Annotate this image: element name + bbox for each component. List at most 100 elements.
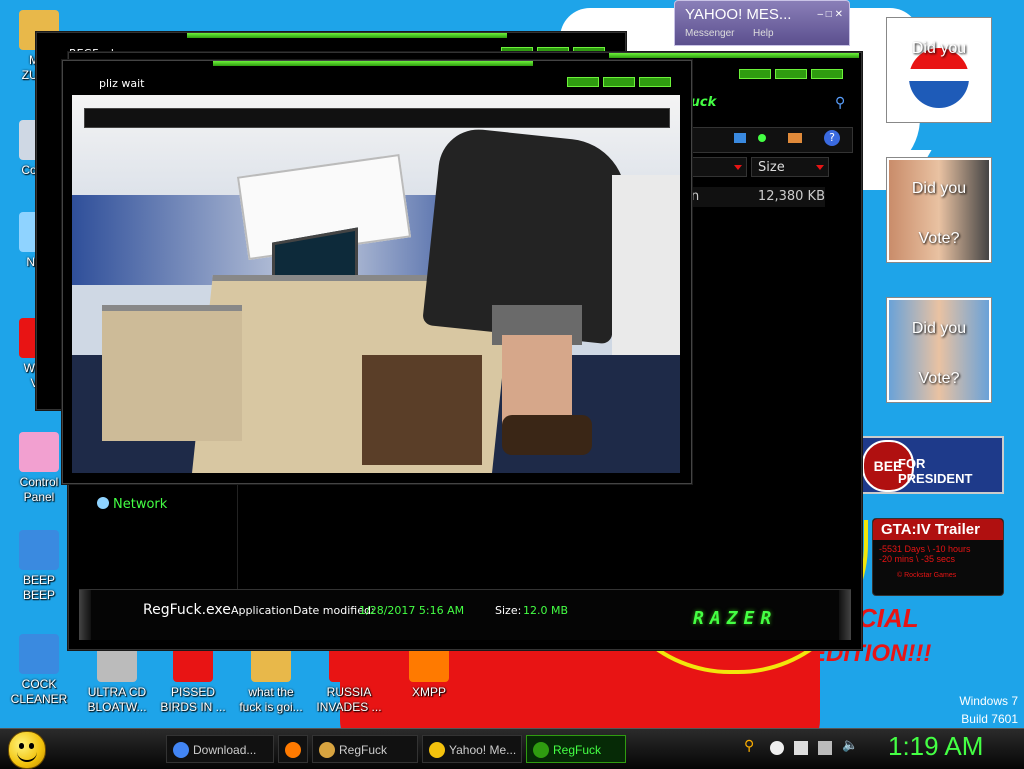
- title-accent-bar: [213, 61, 533, 66]
- file-row[interactable]: on 12,380 KB: [683, 187, 825, 207]
- yahoo-messenger-window[interactable]: YAHOO! MES... – □ ✕ Messenger Help: [674, 0, 850, 46]
- desktop-icon-label: ULTRA CD BLOATW...: [87, 685, 147, 714]
- title-accent-bar: [187, 33, 507, 38]
- taskbar-button[interactable]: Yahoo! Me...: [422, 735, 522, 763]
- details-type: Application: [231, 604, 293, 617]
- desktop-icon[interactable]: XMPP: [392, 642, 466, 700]
- store-wall: [612, 175, 680, 355]
- network-icon[interactable]: [818, 741, 832, 755]
- person-legs: [502, 335, 572, 425]
- details-size-label: Size:: [495, 604, 522, 617]
- toolbar: ?: [683, 127, 853, 153]
- desktop-icon[interactable]: BEEP BEEP: [2, 530, 76, 603]
- vote-widget-obama[interactable]: Did you: [887, 18, 991, 122]
- desktop-icon-label: COCK CLEANER: [10, 677, 68, 706]
- taskbar-button[interactable]: Download...: [166, 735, 274, 763]
- window-controls[interactable]: [739, 69, 843, 79]
- yahoo-menu-messenger[interactable]: Messenger: [685, 28, 734, 39]
- details-date-value: 1/28/2017 5:16 AM: [359, 604, 465, 617]
- column-header-type[interactable]: [683, 157, 747, 177]
- vote-widget-line2: Vote?: [918, 370, 960, 387]
- details-pane: RegFuck.exe Application Date modified: 1…: [79, 589, 851, 640]
- gta-footer: © Rockstar Games: [897, 572, 957, 579]
- person-shoes: [502, 415, 592, 455]
- smiley-eye-left: [19, 743, 24, 749]
- windows-version-label: Windows 7: [959, 694, 1018, 708]
- desktop-icon[interactable]: ULTRA CD BLOATW...: [80, 642, 154, 715]
- app-icon: [285, 742, 301, 758]
- app-icon: [429, 742, 445, 758]
- taskbar: Download... RegFuck Yahoo! Me... RegFuck ⚲ …: [0, 728, 1024, 769]
- column-header-size[interactable]: Size: [751, 157, 829, 177]
- nav-item-network[interactable]: Network: [97, 497, 167, 512]
- file-row-size: 12,380 KB: [757, 189, 825, 204]
- desktop-icon[interactable]: PISSED BIRDS IN ...: [156, 642, 230, 715]
- search-icon[interactable]: ⚲: [744, 738, 758, 754]
- windows-build-label: Build 7601: [961, 712, 1018, 726]
- desktop-icon-label: PISSED BIRDS IN ...: [160, 685, 226, 714]
- huckabee-widget[interactable]: BEE FOR PRESIDENT: [860, 436, 1004, 494]
- progress-bar: [84, 108, 670, 128]
- search-label: Fuck: [683, 95, 717, 110]
- details-size-value: 12.0 MB: [523, 604, 569, 617]
- taskbar-button-label: Download...: [193, 743, 257, 757]
- smiley-mouth: [17, 752, 37, 762]
- gta-countdown-line1: -5531 Days \ -10 hours: [879, 544, 971, 554]
- taskbar-button-label: RegFuck: [553, 743, 602, 757]
- razer-logo: RAZER: [693, 608, 778, 629]
- taskbar-button[interactable]: RegFuck: [526, 735, 626, 763]
- help-icon[interactable]: ?: [824, 130, 840, 146]
- gta-countdown-widget[interactable]: GTA:IV Trailer -5531 Days \ -10 hours -2…: [872, 518, 1004, 596]
- details-pane-edge-right: [839, 590, 851, 640]
- taskbar-button-label: RegFuck: [339, 743, 388, 757]
- vote-widget-line1: Did you: [911, 180, 967, 197]
- smiley-eye-right: [29, 743, 34, 749]
- application-icon: [19, 634, 59, 674]
- details-filename: RegFuck.exe: [143, 602, 231, 618]
- app-icon: [319, 742, 335, 758]
- details-pane-edge-left: [79, 590, 91, 640]
- vote-widget-line1: Did you: [911, 320, 967, 337]
- gta-title: GTA:IV Trailer: [873, 519, 1003, 540]
- gta-countdown-line2: -20 mins \ -35 secs: [879, 554, 956, 564]
- window-title: pliz wait: [99, 77, 145, 90]
- huckabee-label: FOR PRESIDENT: [898, 456, 973, 486]
- desktop-icon[interactable]: COCK CLEANER: [2, 634, 76, 707]
- network-icon: [97, 497, 109, 509]
- navigation-pane: Network: [69, 483, 238, 589]
- vote-widget-line1: Did you: [911, 40, 967, 57]
- video-player[interactable]: [72, 95, 680, 473]
- taskbar-clock[interactable]: 1:19 AM: [888, 731, 983, 762]
- window-controls[interactable]: [567, 77, 671, 87]
- folder-icon[interactable]: [788, 133, 802, 143]
- volume-icon[interactable]: 🔈: [842, 738, 858, 753]
- boxes: [362, 355, 482, 465]
- desktop-icon[interactable]: what the fuck is goi...: [234, 642, 308, 715]
- desktop-icon-label: what the fuck is goi...: [239, 685, 303, 714]
- taskbar-button[interactable]: [278, 735, 308, 763]
- yahoo-menu-help[interactable]: Help: [753, 28, 774, 39]
- start-button[interactable]: [8, 731, 46, 769]
- flag-icon[interactable]: [794, 741, 808, 755]
- application-icon: [19, 432, 59, 472]
- desktop-icon[interactable]: RUSSIA INVADES ...: [312, 642, 386, 715]
- tray-status-icon[interactable]: [770, 741, 784, 755]
- vote-widget-line2: Vote?: [918, 230, 960, 247]
- vote-widget-mccain[interactable]: Did you Vote?: [887, 158, 991, 262]
- taskbar-button-label: Yahoo! Me...: [449, 743, 517, 757]
- view-icon[interactable]: [734, 133, 746, 143]
- vote-widget-clinton[interactable]: Did you Vote?: [887, 298, 991, 402]
- display-table-left: [102, 305, 242, 441]
- desktop-icon-label: XMPP: [411, 685, 446, 699]
- yahoo-window-controls[interactable]: – □ ✕: [817, 9, 843, 20]
- search-icon[interactable]: ⚲: [835, 95, 845, 111]
- taskbar-button[interactable]: RegFuck: [312, 735, 418, 763]
- status-dot-icon[interactable]: [758, 134, 766, 142]
- desktop-icon-label: RUSSIA INVADES ...: [316, 685, 382, 714]
- desktop-icon-label: BEEP BEEP: [22, 573, 55, 602]
- title-accent-bar: [609, 53, 859, 58]
- app-icon: [173, 742, 189, 758]
- app-icon: [533, 742, 549, 758]
- application-icon: [19, 530, 59, 570]
- wallpaper-text-cial: CIAL: [858, 603, 919, 633]
